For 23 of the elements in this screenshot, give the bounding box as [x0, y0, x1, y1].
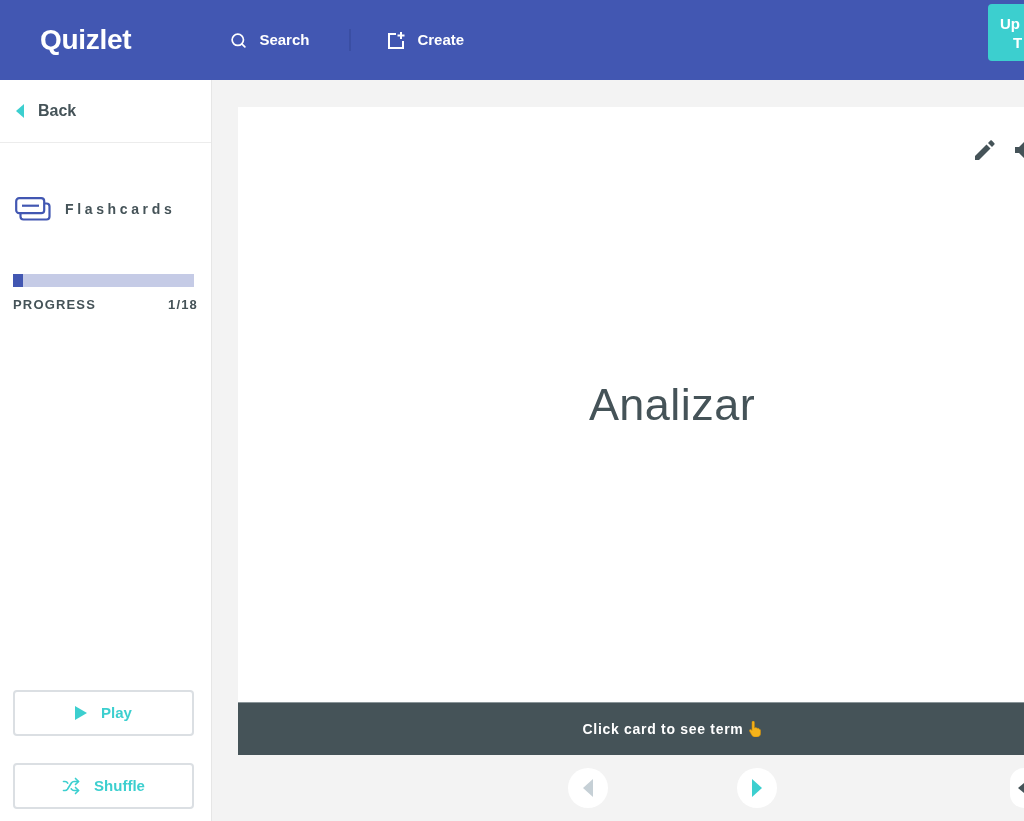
play-icon — [75, 706, 88, 720]
card-term: Analizar — [588, 377, 756, 432]
left-arrow-icon — [583, 779, 593, 797]
progress-count: 1/18 — [168, 296, 198, 314]
logo[interactable]: Quizlet — [40, 19, 132, 61]
back-arrow-icon — [16, 104, 24, 118]
shuffle-icon — [62, 777, 81, 795]
round-button[interactable] — [1010, 768, 1024, 808]
back-link[interactable]: Back — [16, 99, 77, 123]
hint-text: Click card to see term — [582, 719, 744, 739]
edit-pencil-icon[interactable] — [975, 140, 995, 160]
right-arrow-icon — [752, 779, 762, 797]
create-link[interactable]: Create — [388, 28, 465, 52]
pointing-hand-icon — [749, 721, 762, 737]
flashcards-icon — [15, 197, 51, 221]
progress-label: PROGRESS — [13, 296, 97, 314]
flashcard[interactable]: Analizar — [238, 107, 1024, 702]
mode-title: Flashcards — [65, 199, 176, 219]
arrow-icon — [1018, 783, 1024, 793]
speaker-icon[interactable] — [1015, 141, 1024, 159]
search-link[interactable]: Search — [230, 28, 310, 52]
search-icon — [230, 31, 248, 49]
add-page-icon — [388, 31, 406, 49]
